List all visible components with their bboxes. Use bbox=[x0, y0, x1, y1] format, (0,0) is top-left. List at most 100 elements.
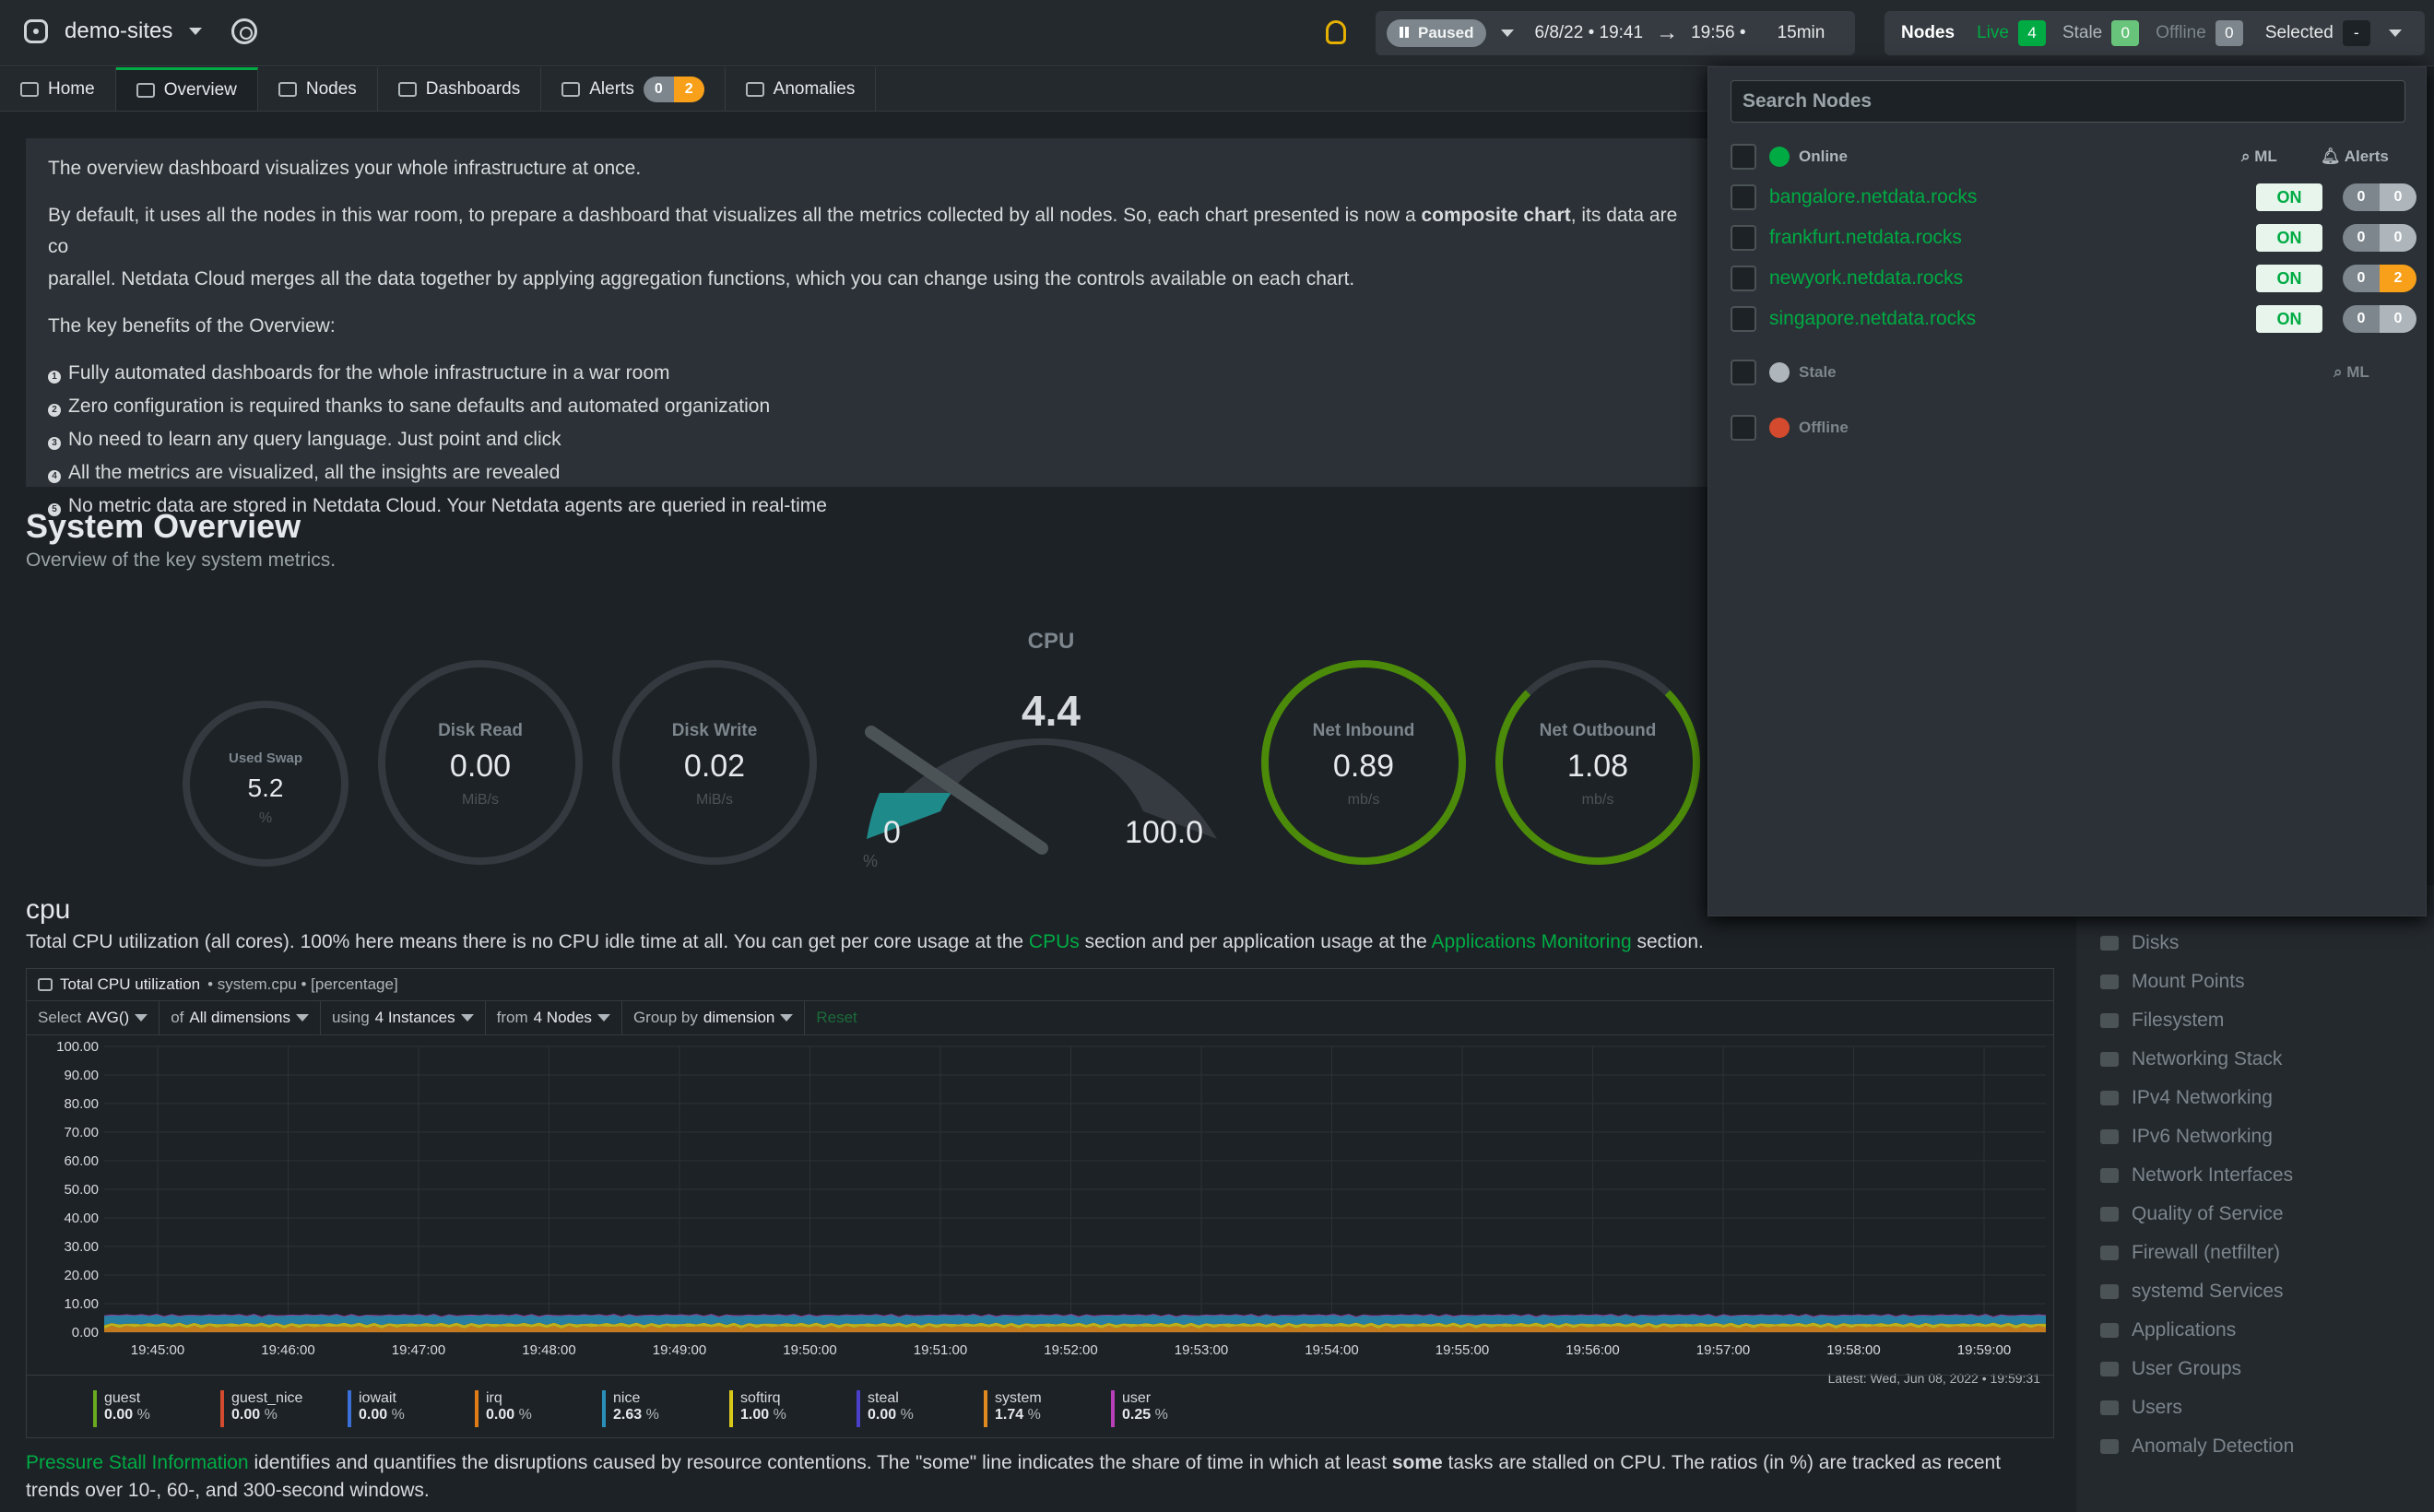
apps-link[interactable]: Applications Monitoring bbox=[1432, 931, 1632, 952]
x-tick-label: 19:48:00 bbox=[522, 1342, 575, 1358]
search-nodes-input[interactable]: Search Nodes bbox=[1731, 80, 2405, 123]
legend-value: 1.74 % bbox=[995, 1407, 1041, 1423]
section-menu-item[interactable]: Users bbox=[2076, 1388, 2434, 1427]
gauge-net-outbound[interactable]: Net Outbound 1.08 mb/s bbox=[1495, 660, 1700, 865]
section-menu-item[interactable]: Filesystem bbox=[2076, 1001, 2434, 1040]
chevron-down-icon[interactable] bbox=[2388, 30, 2402, 37]
section-menu-item[interactable]: Disks bbox=[2076, 924, 2434, 963]
section-menu-item[interactable]: Firewall (netfilter) bbox=[2076, 1234, 2434, 1272]
legend-item[interactable]: steal 0.00 % bbox=[857, 1390, 984, 1427]
select-aggregation[interactable]: Select AVG() bbox=[27, 1001, 160, 1034]
select-nodes[interactable]: from 4 Nodes bbox=[486, 1001, 622, 1034]
node-row[interactable]: newyork.netdata.rocks ON 0 2 bbox=[1731, 265, 2416, 292]
section-menu-item[interactable]: Network Interfaces bbox=[2076, 1156, 2434, 1195]
node-alert-counts[interactable]: 00 bbox=[2343, 224, 2416, 252]
tab-nodes[interactable]: Nodes bbox=[258, 67, 378, 111]
nodes-label: Nodes bbox=[1901, 23, 1955, 42]
tab-dashboards[interactable]: Dashboards bbox=[378, 67, 542, 111]
node-alert-counts[interactable]: 00 bbox=[2343, 305, 2416, 333]
legend-item[interactable]: irq 0.00 % bbox=[475, 1390, 602, 1427]
ml-status-badge: ON bbox=[2256, 265, 2322, 292]
chart-plot[interactable]: 100.00 90.00 80.00 70.00 60.00 50.00 40.00 30.0… bbox=[27, 1035, 2053, 1376]
node-name[interactable]: newyork.netdata.rocks bbox=[1769, 267, 1963, 289]
tab-home[interactable]: Home bbox=[0, 67, 116, 111]
x-tick-label: 19:55:00 bbox=[1436, 1342, 1489, 1358]
gauge-disk-write[interactable]: Disk Write 0.02 MiB/s bbox=[612, 660, 817, 865]
selected-count: - bbox=[2342, 20, 2370, 46]
node-checkbox[interactable] bbox=[1731, 266, 1756, 291]
info-paragraph: The overview dashboard visualizes your w… bbox=[48, 158, 642, 179]
section-icon bbox=[2100, 1400, 2119, 1415]
legend-value: 2.63 % bbox=[613, 1407, 659, 1423]
section-menu-item[interactable]: Applications bbox=[2076, 1311, 2434, 1350]
node-row[interactable]: frankfurt.netdata.rocks ON 0 0 bbox=[1731, 224, 2416, 252]
legend-value: 0.00 % bbox=[231, 1407, 278, 1423]
live-count: 4 bbox=[2017, 20, 2046, 46]
nodes-filter[interactable]: Nodes Live 4 Stale 0 Offline 0 Selected … bbox=[1885, 11, 2425, 55]
cpu-gauge-value: 4.4 bbox=[1022, 687, 1081, 735]
section-menu-item[interactable]: systemd Services bbox=[2076, 1272, 2434, 1311]
reset-button[interactable]: Reset bbox=[805, 1001, 868, 1034]
ml-status-badge: ON bbox=[2256, 305, 2322, 333]
chart-type-icon bbox=[38, 978, 53, 991]
legend-item[interactable]: guest 0.00 % bbox=[93, 1390, 220, 1427]
gauge-used-swap[interactable]: Used Swap 5.2 % bbox=[183, 701, 349, 867]
gear-icon[interactable] bbox=[231, 18, 258, 44]
paused-button[interactable]: Paused bbox=[1387, 19, 1487, 47]
legend-item[interactable]: user 0.25 % bbox=[1111, 1390, 1238, 1427]
tab-bar: Home Overview Nodes Dashboards Alerts 02… bbox=[0, 67, 1715, 112]
legend-item[interactable]: system 1.74 % bbox=[984, 1390, 1111, 1427]
node-name[interactable]: singapore.netdata.rocks bbox=[1769, 308, 1976, 330]
section-menu-item[interactable]: Quality of Service bbox=[2076, 1195, 2434, 1234]
cpus-link[interactable]: CPUs bbox=[1029, 931, 1080, 952]
bell-icon bbox=[561, 81, 581, 97]
select-group-by[interactable]: Group by dimension bbox=[622, 1001, 806, 1034]
select-all-online-checkbox[interactable] bbox=[1731, 144, 1756, 170]
node-checkbox[interactable] bbox=[1731, 225, 1756, 251]
cpu-gauge-min: 0 bbox=[883, 815, 901, 850]
legend-name: system bbox=[995, 1390, 1042, 1406]
node-checkbox[interactable] bbox=[1731, 306, 1756, 332]
node-name[interactable]: bangalore.netdata.rocks bbox=[1769, 186, 1977, 208]
legend-item[interactable]: guest_nice 0.00 % bbox=[220, 1390, 348, 1427]
tab-overview[interactable]: Overview bbox=[115, 67, 258, 111]
info-paragraph: The key benefits of the Overview: bbox=[48, 314, 336, 337]
stale-icon bbox=[1769, 362, 1790, 383]
legend-item[interactable]: softirq 1.00 % bbox=[729, 1390, 857, 1427]
select-all-stale-checkbox[interactable] bbox=[1731, 360, 1756, 385]
section-icon bbox=[2100, 1013, 2119, 1028]
y-tick-label: 70.00 bbox=[64, 1125, 99, 1140]
section-menu-item[interactable]: IPv6 Networking bbox=[2076, 1117, 2434, 1156]
chevron-down-icon[interactable] bbox=[189, 28, 203, 35]
legend-value: 0.00 % bbox=[486, 1407, 532, 1423]
select-dimensions[interactable]: of All dimensions bbox=[160, 1001, 322, 1034]
ml-column: ⌕ ML bbox=[2241, 148, 2277, 165]
section-menu-item[interactable]: Mount Points bbox=[2076, 963, 2434, 1001]
cpu-chart: Total CPU utilization • system.cpu • [pe… bbox=[26, 968, 2054, 1438]
section-menu-item[interactable]: User Groups bbox=[2076, 1350, 2434, 1388]
select-all-offline-checkbox[interactable] bbox=[1731, 415, 1756, 441]
tab-alerts[interactable]: Alerts 02 bbox=[541, 67, 726, 111]
select-instances[interactable]: using 4 Instances bbox=[321, 1001, 486, 1034]
psi-link[interactable]: Pressure Stall Information bbox=[26, 1452, 249, 1473]
legend-item[interactable]: nice 2.63 % bbox=[602, 1390, 729, 1427]
section-menu-item[interactable]: Anomaly Detection bbox=[2076, 1427, 2434, 1466]
lightbulb-icon[interactable] bbox=[1326, 20, 1346, 44]
node-row[interactable]: bangalore.netdata.rocks ON 0 0 bbox=[1731, 183, 2416, 211]
node-alert-counts[interactable]: 02 bbox=[2343, 265, 2416, 292]
chart-header: Total CPU utilization • system.cpu • [pe… bbox=[27, 969, 2053, 1000]
time-picker[interactable]: Paused 6/8/22 • 19:41 → 19:56 • 15min bbox=[1376, 11, 1855, 55]
node-row[interactable]: singapore.netdata.rocks ON 0 0 bbox=[1731, 305, 2416, 333]
node-name[interactable]: frankfurt.netdata.rocks bbox=[1769, 227, 1962, 249]
node-checkbox[interactable] bbox=[1731, 184, 1756, 210]
legend-item[interactable]: iowait 0.00 % bbox=[348, 1390, 475, 1427]
gauge-disk-read[interactable]: Disk Read 0.00 MiB/s bbox=[378, 660, 583, 865]
space-selector[interactable]: demo-sites bbox=[24, 18, 258, 44]
chevron-down-icon[interactable] bbox=[1501, 30, 1515, 37]
cpu-gauge[interactable]: CPU 4.4 0 % 100.0 bbox=[839, 627, 1300, 885]
tab-anomalies[interactable]: Anomalies bbox=[726, 67, 877, 111]
overview-info: The overview dashboard visualizes your w… bbox=[26, 138, 1717, 517]
node-alert-counts[interactable]: 00 bbox=[2343, 183, 2416, 211]
section-menu-item[interactable]: Networking Stack bbox=[2076, 1040, 2434, 1079]
section-menu-item[interactable]: IPv4 Networking bbox=[2076, 1079, 2434, 1117]
